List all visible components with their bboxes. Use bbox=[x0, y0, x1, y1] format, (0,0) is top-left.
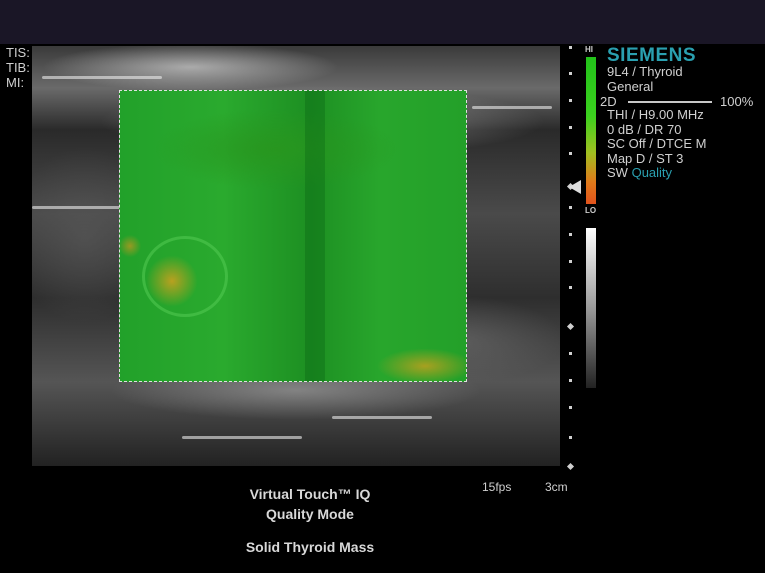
depth-tick bbox=[569, 126, 572, 129]
quality-scale-hi-label: HI bbox=[585, 45, 593, 54]
elastography-roi-box[interactable] bbox=[119, 90, 467, 382]
depth-tick bbox=[569, 206, 572, 209]
gain-label: 0 dB / DR 70 bbox=[607, 121, 682, 137]
sw-mode-label: Quality bbox=[631, 165, 673, 180]
thi-label: THI / H9.00 MHz bbox=[607, 107, 704, 122]
grayscale-bar bbox=[586, 228, 596, 388]
depth-tick-major bbox=[566, 322, 575, 331]
brand-logo: SIEMENS bbox=[607, 45, 697, 66]
tissue-streak bbox=[32, 206, 122, 209]
depth-tick bbox=[569, 436, 572, 439]
mode-divider bbox=[628, 101, 712, 103]
mode-percent: 100% bbox=[720, 94, 754, 109]
caption-finding: Solid Thyroid Mass bbox=[245, 539, 375, 555]
focus-marker-icon[interactable] bbox=[569, 180, 581, 194]
depth-tick bbox=[569, 72, 572, 75]
info-panel: SIEMENS 9L4 / Thyroid General bbox=[607, 45, 697, 94]
quality-color-scale bbox=[586, 57, 596, 204]
transducer-label: 9L4 / Thyroid bbox=[607, 64, 683, 79]
depth-tick bbox=[569, 286, 572, 289]
roi-mass-outline bbox=[142, 236, 228, 317]
quality-scale-lo-label: LO bbox=[585, 206, 597, 215]
depth-scale bbox=[566, 46, 576, 476]
frame-rate: 15fps bbox=[482, 480, 512, 494]
map-label: Map D / ST 3 bbox=[607, 150, 684, 166]
caption-mode: Quality Mode bbox=[266, 506, 354, 522]
depth-readout: 3cm bbox=[545, 480, 568, 494]
caption-technique: Virtual Touch™ IQ bbox=[249, 486, 371, 502]
imaging-parameters: THI / H9.00 MHz 0 dB / DR 70 SC Off / DT… bbox=[607, 107, 707, 181]
depth-tick bbox=[569, 379, 572, 382]
sw-row: SW Quality bbox=[607, 165, 706, 181]
depth-tick-major bbox=[566, 462, 575, 471]
tissue-streak bbox=[332, 416, 432, 419]
depth-tick bbox=[569, 152, 572, 155]
tissue-streak bbox=[42, 76, 162, 79]
depth-tick bbox=[569, 46, 572, 49]
depth-tick bbox=[569, 406, 572, 409]
roi-shadow-band bbox=[305, 91, 325, 381]
tissue-streak bbox=[472, 106, 552, 109]
sw-label: SW bbox=[607, 165, 628, 180]
depth-tick bbox=[569, 99, 572, 102]
tissue-streak bbox=[182, 436, 302, 439]
preset-label: General bbox=[607, 78, 654, 94]
top-bar bbox=[0, 0, 765, 44]
sc-label: SC Off / DTCE M bbox=[607, 136, 707, 151]
depth-tick bbox=[569, 233, 572, 236]
depth-tick bbox=[569, 352, 572, 355]
depth-tick bbox=[569, 260, 572, 263]
